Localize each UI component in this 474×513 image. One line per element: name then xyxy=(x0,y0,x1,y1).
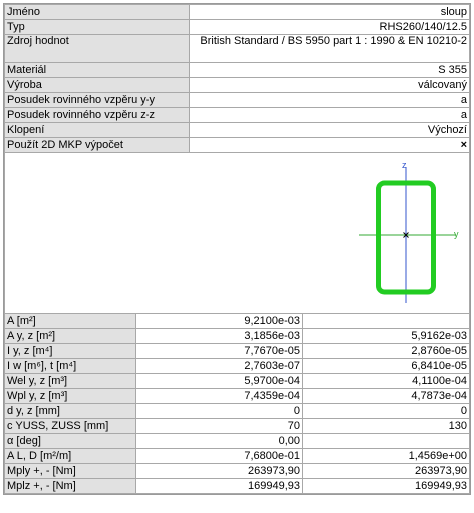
value-label: Mplz +, - [Nm] xyxy=(4,478,136,494)
value-label: I y, z [m⁴] xyxy=(4,343,136,359)
cross-section-drawing: z y xyxy=(359,160,459,303)
value-label: d y, z [mm] xyxy=(4,403,136,419)
property-value[interactable]: British Standard / BS 5950 part 1 : 1990… xyxy=(189,34,470,63)
property-row[interactable]: Jméno sloup xyxy=(4,4,470,20)
property-row[interactable]: Typ RHS260/140/12.5 xyxy=(4,19,470,35)
checkbox-value[interactable]: × xyxy=(189,137,470,153)
property-row[interactable]: Klopení Výchozí xyxy=(4,122,470,138)
value-2: 1,4569e+00 xyxy=(302,448,470,464)
section-values-table: A [m²] 9,2100e-03 A y, z [m²] 3,1856e-03… xyxy=(4,313,470,494)
value-2: 2,8760e-05 xyxy=(302,343,470,359)
property-row[interactable]: Materiál S 355 xyxy=(4,62,470,78)
table-row: Mply +, - [Nm] 263973,90 263973,90 xyxy=(4,463,470,479)
value-1: 7,7670e-05 xyxy=(135,343,303,359)
property-label: Typ xyxy=(4,19,190,35)
value-2: 0 xyxy=(302,403,470,419)
value-1: 70 xyxy=(135,418,303,434)
z-axis-label: z xyxy=(402,160,407,170)
value-label: A [m²] xyxy=(4,313,136,329)
value-label: I w [m⁶], t [m⁴] xyxy=(4,358,136,374)
property-value[interactable]: a xyxy=(189,107,470,123)
table-row: A y, z [m²] 3,1856e-03 5,9162e-03 xyxy=(4,328,470,344)
property-label: Posudek rovinného vzpěru z-z xyxy=(4,107,190,123)
property-row[interactable]: Posudek rovinného vzpěru y-y a xyxy=(4,92,470,108)
value-1: 5,9700e-04 xyxy=(135,373,303,389)
table-row: d y, z [mm] 0 0 xyxy=(4,403,470,419)
value-1: 0 xyxy=(135,403,303,419)
properties-table: Jméno sloup Typ RHS260/140/12.5 Zdroj ho… xyxy=(4,4,470,153)
value-1: 7,6800e-01 xyxy=(135,448,303,464)
value-label: Mply +, - [Nm] xyxy=(4,463,136,479)
property-label: Materiál xyxy=(4,62,190,78)
table-row: A [m²] 9,2100e-03 xyxy=(4,313,470,329)
property-label: Jméno xyxy=(4,4,190,20)
property-value[interactable]: sloup xyxy=(189,4,470,20)
value-2: 6,8410e-05 xyxy=(302,358,470,374)
property-label: Zdroj hodnot xyxy=(4,34,190,63)
property-label: Použít 2D MKP výpočet xyxy=(4,137,190,153)
property-value[interactable]: válcovaný xyxy=(189,77,470,93)
table-row: I w [m⁶], t [m⁴] 2,7603e-07 6,8410e-05 xyxy=(4,358,470,374)
table-row: I y, z [m⁴] 7,7670e-05 2,8760e-05 xyxy=(4,343,470,359)
property-row[interactable]: Použít 2D MKP výpočet × xyxy=(4,137,470,153)
property-value[interactable]: RHS260/140/12.5 xyxy=(189,19,470,35)
value-1: 263973,90 xyxy=(135,463,303,479)
property-value[interactable]: a xyxy=(189,92,470,108)
value-1: 7,4359e-04 xyxy=(135,388,303,404)
property-row[interactable]: Zdroj hodnot British Standard / BS 5950 … xyxy=(4,34,470,63)
value-label: A y, z [m²] xyxy=(4,328,136,344)
value-1: 169949,93 xyxy=(135,478,303,494)
y-axis-label: y xyxy=(454,229,459,239)
value-1: 3,1856e-03 xyxy=(135,328,303,344)
table-row: c YUSS, ZUSS [mm] 70 130 xyxy=(4,418,470,434)
cross-section-properties-panel: Jméno sloup Typ RHS260/140/12.5 Zdroj ho… xyxy=(3,3,471,495)
value-1: 0,00 xyxy=(135,433,303,449)
property-value[interactable]: S 355 xyxy=(189,62,470,78)
value-2: 263973,90 xyxy=(302,463,470,479)
value-2 xyxy=(302,313,470,329)
value-1: 9,2100e-03 xyxy=(135,313,303,329)
property-row[interactable]: Posudek rovinného vzpěru z-z a xyxy=(4,107,470,123)
value-label: Wel y, z [m³] xyxy=(4,373,136,389)
value-label: c YUSS, ZUSS [mm] xyxy=(4,418,136,434)
cross-section-preview: z y xyxy=(4,153,470,313)
value-1: 2,7603e-07 xyxy=(135,358,303,374)
table-row: A L, D [m²/m] 7,6800e-01 1,4569e+00 xyxy=(4,448,470,464)
value-2: 5,9162e-03 xyxy=(302,328,470,344)
value-label: A L, D [m²/m] xyxy=(4,448,136,464)
property-label: Posudek rovinného vzpěru y-y xyxy=(4,92,190,108)
value-2: 4,1100e-04 xyxy=(302,373,470,389)
value-label: α [deg] xyxy=(4,433,136,449)
property-value[interactable]: Výchozí xyxy=(189,122,470,138)
value-label: Wpl y, z [m³] xyxy=(4,388,136,404)
value-2: 130 xyxy=(302,418,470,434)
value-2: 4,7873e-04 xyxy=(302,388,470,404)
table-row: Mplz +, - [Nm] 169949,93 169949,93 xyxy=(4,478,470,494)
value-2 xyxy=(302,433,470,449)
property-label: Výroba xyxy=(4,77,190,93)
table-row: Wel y, z [m³] 5,9700e-04 4,1100e-04 xyxy=(4,373,470,389)
table-row: Wpl y, z [m³] 7,4359e-04 4,7873e-04 xyxy=(4,388,470,404)
property-label: Klopení xyxy=(4,122,190,138)
table-row: α [deg] 0,00 xyxy=(4,433,470,449)
property-row[interactable]: Výroba válcovaný xyxy=(4,77,470,93)
value-2: 169949,93 xyxy=(302,478,470,494)
